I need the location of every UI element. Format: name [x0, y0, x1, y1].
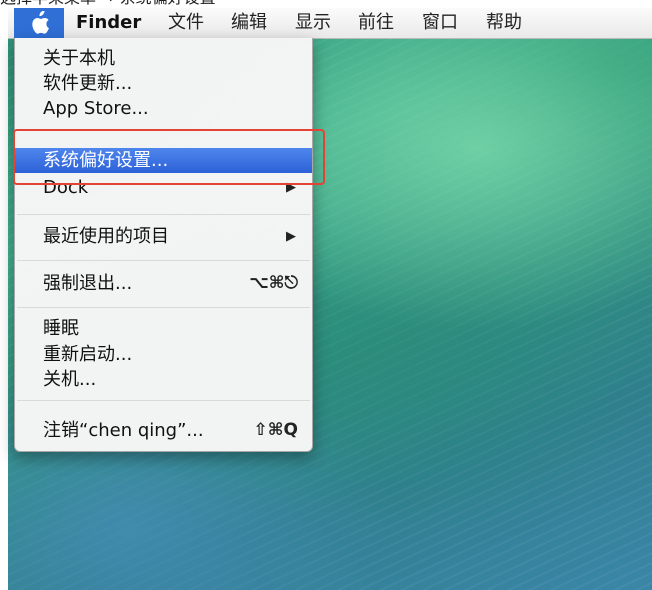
menu-separator: [17, 260, 310, 261]
menu-separator: [17, 307, 310, 308]
menu-window[interactable]: 窗口: [422, 8, 458, 38]
menu-item-app-store[interactable]: App Store...: [15, 96, 312, 121]
menu-item-label: 关于本机: [43, 48, 115, 69]
logout-shortcut: ⇧⌘Q: [253, 420, 298, 440]
menu-item-label: 关机...: [43, 369, 97, 390]
submenu-arrow-icon: ▶: [286, 229, 296, 244]
menu-file[interactable]: 文件: [168, 8, 204, 38]
menu-item-sleep[interactable]: 睡眠: [15, 316, 312, 341]
menu-separator: [17, 400, 310, 401]
menu-item-restart[interactable]: 重新启动...: [15, 342, 312, 367]
menu-item-label: 睡眠: [43, 318, 79, 339]
menu-separator: [17, 214, 310, 215]
menu-item-force-quit[interactable]: 强制退出... ⌥⌘⎋: [15, 271, 312, 296]
menu-item-about[interactable]: 关于本机: [15, 46, 312, 71]
menu-item-label: 软件更新...: [43, 73, 133, 94]
menu-finder[interactable]: Finder: [76, 8, 141, 38]
highlight-annotation-box: [13, 129, 325, 185]
menu-edit[interactable]: 编辑: [231, 8, 267, 38]
page-caption: 选择苹果菜单 → 系统偏好设置: [0, 0, 216, 8]
menu-item-label: 重新启动...: [43, 344, 133, 365]
apple-logo-icon: [32, 11, 49, 34]
menu-item-label: 注销“chen qing”...: [43, 420, 204, 441]
menu-bar: Finder 文件 编辑 显示 前往 窗口 帮助: [8, 8, 652, 39]
menu-view[interactable]: 显示: [295, 8, 331, 38]
screen: 选择苹果菜单 → 系统偏好设置 Finder 文件 编辑 显示 前往 窗口 帮助…: [0, 0, 652, 590]
menu-item-shutdown[interactable]: 关机...: [15, 367, 312, 392]
menu-item-recent-items[interactable]: 最近使用的项目 ▶: [15, 224, 312, 249]
menu-item-software-update[interactable]: 软件更新...: [15, 71, 312, 96]
menu-help[interactable]: 帮助: [486, 8, 522, 38]
menu-item-label: App Store...: [43, 98, 149, 119]
menu-item-label: 强制退出...: [43, 273, 133, 294]
menu-go[interactable]: 前往: [358, 8, 394, 38]
menu-item-logout[interactable]: 注销“chen qing”... ⇧⌘Q: [15, 418, 312, 443]
apple-menu-button[interactable]: [14, 8, 64, 38]
menu-item-label: 最近使用的项目: [43, 226, 169, 247]
force-quit-shortcut: ⌥⌘⎋: [249, 273, 298, 293]
apple-dropdown-menu: 关于本机 软件更新... App Store... 系统偏好设置... Dock…: [14, 38, 313, 452]
